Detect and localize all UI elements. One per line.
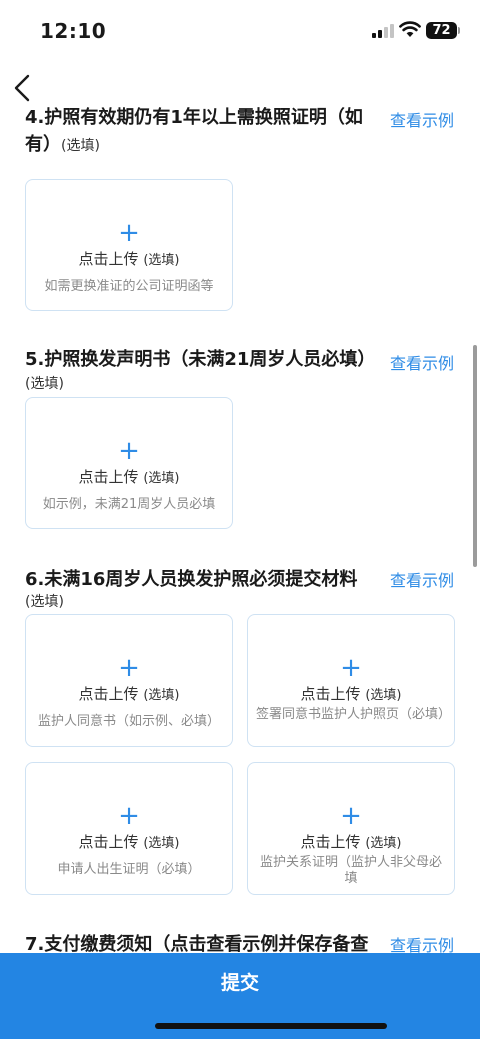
scrollbar[interactable] <box>473 345 477 567</box>
wifi-icon <box>399 21 421 37</box>
section-title-line1: 6.未满16周岁人员换发护照必须提交材料 <box>25 569 358 590</box>
plus-icon: + <box>118 653 140 683</box>
view-example-link[interactable]: 查看示例 <box>390 567 454 591</box>
view-example-link[interactable]: 查看示例 <box>390 350 454 374</box>
battery-icon: 72 <box>426 22 457 39</box>
upload-hint: 监护关系证明（监护人非父母必填 <box>259 855 442 886</box>
upload-box-guardianship-proof[interactable]: + 点击上传 (选填) 监护关系证明（监护人非父母必填 <box>247 762 455 895</box>
view-example-link[interactable]: 查看示例 <box>390 107 454 131</box>
plus-icon: + <box>118 801 140 831</box>
upload-label: 点击上传 (选填) <box>300 833 402 851</box>
upload-box[interactable]: + 点击上传 (选填) 如示例，未满21周岁人员必填 <box>25 397 233 529</box>
upload-box-guardian-passport[interactable]: + 点击上传 (选填) 签署同意书监护人护照页（必填） <box>247 614 455 747</box>
plus-icon: + <box>118 436 140 466</box>
upload-box-birth-certificate[interactable]: + 点击上传 (选填) 申请人出生证明（必填） <box>25 762 233 895</box>
status-bar: 12:10 72 <box>0 0 480 60</box>
upload-label: 点击上传 (选填) <box>78 833 180 851</box>
upload-hint: 签署同意书监护人护照页（必填） <box>256 707 452 722</box>
battery-tip <box>458 27 460 34</box>
upload-hint: 监护人同意书（如示例、必填） <box>37 714 220 729</box>
cellular-signal-icon <box>372 24 394 38</box>
section-title: 6.未满16周岁人员换发护照必须提交材料 <box>25 566 385 593</box>
upload-hint: 如示例，未满21周岁人员必填 <box>42 497 216 512</box>
home-indicator[interactable] <box>155 1023 387 1029</box>
section-title-line1: 5.护照换发声明书（未满21周岁人员必填） <box>25 349 376 370</box>
section-title-line1: 4.护照有效期仍有1年以上需换照证明（如 <box>25 107 363 128</box>
chevron-left-icon <box>14 74 30 102</box>
section-title: 5.护照换发声明书（未满21周岁人员必填） <box>25 346 395 373</box>
upload-box[interactable]: + 点击上传 (选填) 如需更换准证的公司证明函等 <box>25 179 233 311</box>
upload-label: 点击上传 (选填) <box>78 468 180 486</box>
upload-hint: 如需更换准证的公司证明函等 <box>44 279 214 294</box>
upload-box-guardian-consent[interactable]: + 点击上传 (选填) 监护人同意书（如示例、必填） <box>25 614 233 747</box>
submit-button[interactable]: 提交 <box>0 953 480 1013</box>
plus-icon: + <box>340 801 362 831</box>
upload-label: 点击上传 (选填) <box>78 685 180 703</box>
upload-label: 点击上传 (选填) <box>78 250 180 268</box>
plus-icon: + <box>118 218 140 248</box>
back-button[interactable] <box>10 72 38 104</box>
section-title-line2: 有） <box>25 134 61 155</box>
upload-hint: 申请人出生证明（必填） <box>57 862 201 877</box>
optional-tag: (选填) <box>25 594 64 610</box>
optional-tag: (选填) <box>25 376 64 392</box>
status-time: 12:10 <box>40 19 107 43</box>
optional-tag: (选填) <box>61 138 100 154</box>
section-title: 4.护照有效期仍有1年以上需换照证明（如 有）(选填) <box>25 104 385 160</box>
upload-label: 点击上传 (选填) <box>300 685 402 703</box>
plus-icon: + <box>340 653 362 683</box>
